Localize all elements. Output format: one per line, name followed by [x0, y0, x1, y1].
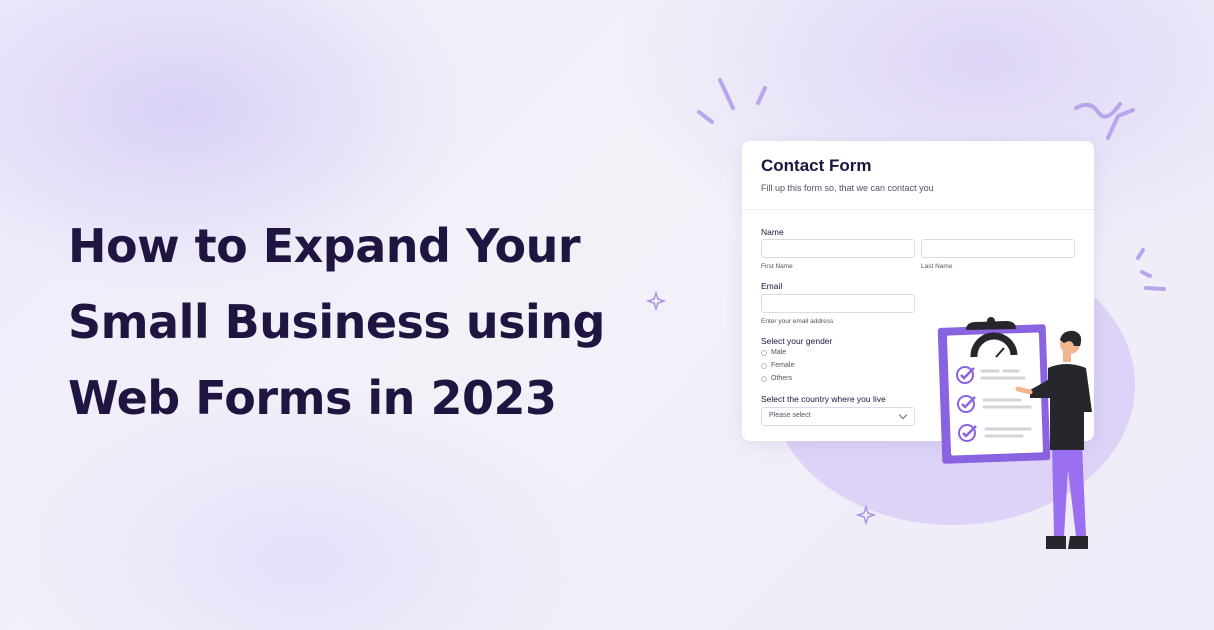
gender-option-label: Female: [771, 362, 795, 369]
chevron-down-icon: [898, 410, 908, 420]
country-label: Select the country where you live: [761, 394, 886, 404]
form-subtitle: Fill up this form so, that we can contac…: [761, 183, 934, 193]
last-name-hint: Last Name: [921, 263, 953, 270]
headline-line-1: How to Expand Your: [68, 219, 581, 273]
email-hint: Enter your email address: [761, 318, 834, 325]
radio-icon[interactable]: [761, 362, 767, 369]
squiggle-stroke: [1074, 102, 1135, 140]
page-headline: How to Expand Your Small Business using …: [68, 208, 628, 436]
name-label: Name: [761, 227, 784, 237]
gender-option-others[interactable]: Others: [761, 375, 792, 382]
person-shoe-left: [1046, 536, 1066, 549]
burst-stroke-4: [1136, 248, 1145, 260]
form-divider: [742, 209, 1094, 210]
burst-stroke-3: [756, 86, 767, 105]
burst-stroke-1: [718, 78, 735, 110]
burst-stroke-6: [1144, 286, 1166, 291]
headline-line-2: Small Business using: [68, 295, 605, 349]
country-select-placeholder: Please select: [769, 412, 811, 419]
first-name-input[interactable]: [761, 239, 915, 258]
gender-option-female[interactable]: Female: [761, 362, 794, 369]
radio-icon[interactable]: [761, 349, 767, 356]
country-select[interactable]: Please select: [761, 407, 915, 426]
email-input[interactable]: [761, 294, 915, 313]
email-label: Email: [761, 281, 783, 291]
last-name-input[interactable]: [921, 239, 1075, 258]
sparkle-icon-1: [645, 290, 667, 312]
gender-option-label: Others: [771, 375, 793, 382]
gender-option-male[interactable]: Male: [761, 349, 786, 356]
radio-icon[interactable]: [761, 375, 767, 382]
first-name-hint: First Name: [761, 263, 793, 270]
burst-stroke-2: [697, 110, 714, 124]
gender-label: Select your gender: [761, 336, 833, 346]
form-title: Contact Form: [761, 156, 872, 175]
burst-stroke-5: [1140, 270, 1152, 278]
headline-line-3: Web Forms in 2023: [68, 371, 557, 425]
person-shoe-right: [1068, 536, 1088, 549]
gender-option-label: Male: [771, 349, 787, 356]
contact-form-card: Contact Form Fill up this form so, that …: [742, 141, 1094, 441]
